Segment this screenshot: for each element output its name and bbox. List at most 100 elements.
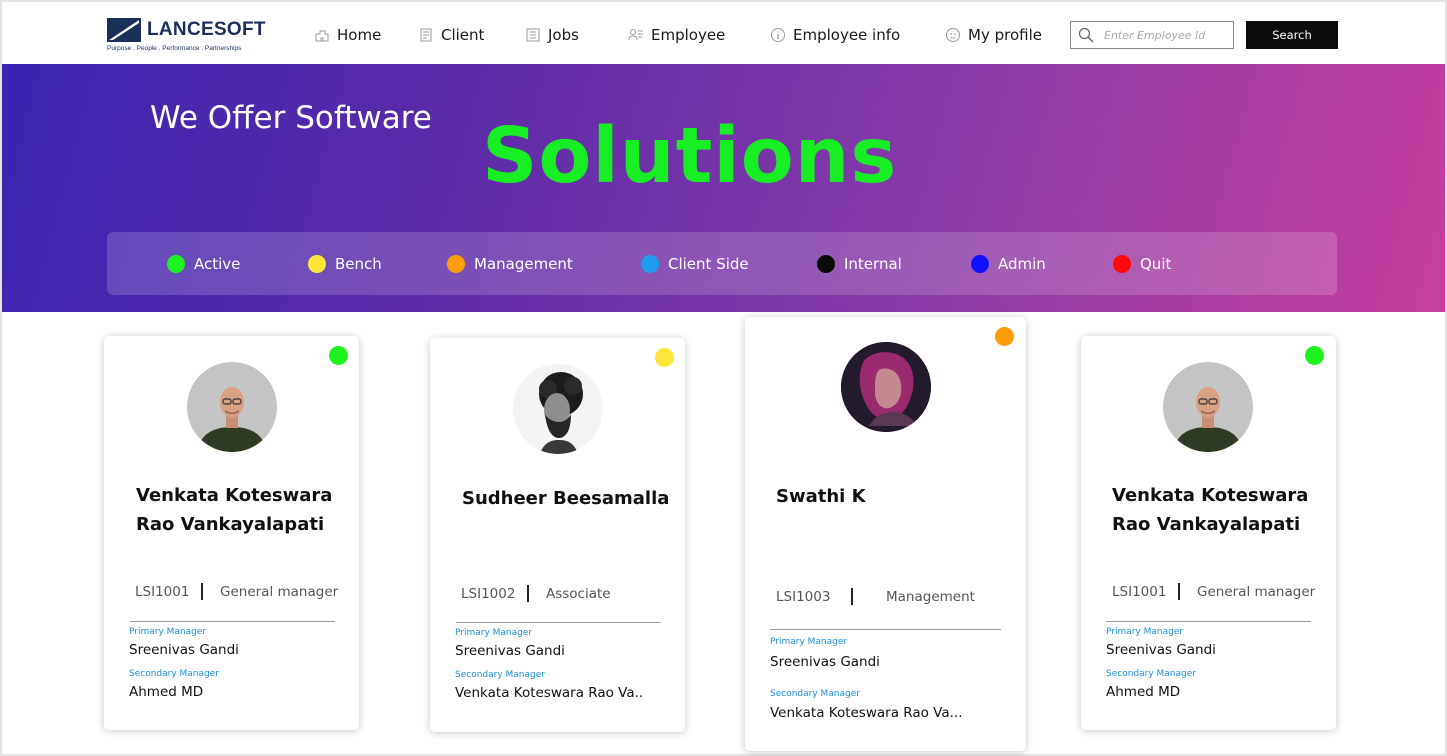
employee-card[interactable]: Venkata Koteswara Rao Vankayalapati LSI1…: [1081, 336, 1336, 730]
home-icon: [315, 30, 329, 42]
nav-my-profile-label: My profile: [968, 26, 1042, 44]
primary-manager-label: Primary Manager: [770, 637, 848, 647]
avatar: [513, 364, 603, 454]
legend-item-active: Active: [167, 254, 240, 274]
employee-icon: [628, 29, 643, 41]
employee-role: Management: [886, 589, 975, 605]
secondary-manager-name: Venkata Koteswara Rao Va..: [455, 685, 644, 701]
primary-manager-label: Primary Manager: [129, 627, 207, 637]
secondary-manager-label: Secondary Manager: [1106, 669, 1196, 679]
primary-manager-name: Sreenivas Gandi: [1106, 642, 1216, 658]
profile-icon: [946, 28, 960, 42]
nav-client[interactable]: Client: [418, 23, 484, 47]
primary-manager-label: Primary Manager: [455, 628, 533, 638]
nav-home-label: Home: [337, 26, 382, 44]
employee-role: General manager: [220, 584, 339, 600]
lancesoft-logo[interactable]: LANCESOFT Purpose . People . Performance…: [107, 17, 267, 57]
hero-heading: We Offer Software: [150, 100, 432, 136]
avatar-image: [513, 364, 603, 454]
legend-item-admin: Admin: [971, 254, 1046, 274]
separator: [851, 588, 853, 605]
employee-card[interactable]: Sudheer Beesamalla LSI1002 Associate Pri…: [430, 338, 685, 732]
avatar: [187, 362, 277, 452]
employee-id: LSI1002: [461, 586, 516, 602]
secondary-manager-name: Ahmed MD: [1106, 684, 1181, 700]
separator: [527, 585, 529, 602]
divider: [770, 629, 1001, 630]
logo-mark-icon: [107, 18, 141, 42]
info-icon: [771, 28, 785, 42]
legend-dot-management: [447, 255, 465, 273]
employee-name: Venkata Koteswara Rao Vankayalapati: [1112, 485, 1309, 535]
secondary-manager-name: Ahmed MD: [129, 684, 204, 700]
status-dot-management: [995, 327, 1014, 346]
employee-role: Associate: [546, 586, 611, 602]
page: LANCESOFT Purpose . People . Performance…: [0, 0, 1447, 756]
divider: [130, 621, 335, 622]
legend-item-bench: Bench: [308, 254, 382, 274]
employee-name: Venkata Koteswara Rao Vankayalapati: [136, 485, 333, 535]
status-dot-active: [329, 346, 348, 365]
primary-manager-label: Primary Manager: [1106, 627, 1184, 637]
employee-search-box[interactable]: [1070, 21, 1234, 49]
employee-card[interactable]: Venkata Koteswara Rao Vankayalapati LSI1…: [104, 336, 359, 730]
jobs-icon: [526, 28, 540, 42]
legend-label: Client Side: [668, 255, 749, 273]
legend-label: Active: [194, 255, 241, 273]
employee-id-input[interactable]: [1104, 28, 1224, 42]
status-dot-bench: [655, 348, 674, 367]
logo-name: LANCESOFT: [147, 19, 266, 40]
hero-highlight: Solutions: [482, 112, 898, 201]
separator: [201, 583, 203, 600]
primary-manager-name: Sreenivas Gandi: [129, 642, 239, 658]
legend-label: Management: [474, 255, 573, 273]
avatar-image: [841, 342, 931, 432]
nav-employee-info-label: Employee info: [793, 26, 901, 44]
status-dot-active: [1305, 346, 1324, 365]
employee-name: Swathi K: [776, 486, 866, 507]
avatar: [841, 342, 931, 432]
legend-item-quit: Quit: [1113, 254, 1171, 274]
legend-dot-admin: [971, 255, 989, 273]
legend-dot-quit: [1113, 255, 1131, 273]
employee-id: LSI1003: [776, 589, 831, 605]
legend-label: Admin: [998, 255, 1046, 273]
nav-my-profile[interactable]: My profile: [945, 23, 1042, 47]
separator: [1178, 583, 1180, 600]
status-legend: Active Bench Management Client Side Inte…: [107, 232, 1337, 295]
search-button[interactable]: Search: [1246, 21, 1338, 49]
legend-dot-client-side: [641, 255, 659, 273]
nav-employee-label: Employee: [651, 26, 726, 44]
primary-manager-name: Sreenivas Gandi: [455, 643, 565, 659]
legend-label: Bench: [335, 255, 382, 273]
legend-dot-internal: [817, 255, 835, 273]
primary-manager-name: Sreenivas Gandi: [770, 654, 880, 670]
legend-item-client-side: Client Side: [641, 254, 749, 274]
nav-jobs[interactable]: Jobs: [525, 23, 579, 47]
legend-dot-bench: [308, 255, 326, 273]
secondary-manager-name: Venkata Koteswara Rao Va...: [770, 705, 963, 721]
nav-home[interactable]: Home: [314, 23, 381, 47]
top-navbar: LANCESOFT Purpose . People . Performance…: [2, 2, 1445, 64]
legend-label: Quit: [1140, 255, 1172, 273]
divider: [456, 622, 661, 623]
legend-dot-active: [167, 255, 185, 273]
nav-employee-info[interactable]: Employee info: [770, 23, 900, 47]
divider: [1106, 621, 1311, 622]
employee-role: General manager: [1197, 584, 1316, 600]
nav-employee[interactable]: Employee: [628, 23, 725, 47]
secondary-manager-label: Secondary Manager: [770, 689, 860, 699]
nav-jobs-label: Jobs: [548, 26, 579, 44]
secondary-manager-label: Secondary Manager: [129, 669, 219, 679]
employee-id: LSI1001: [1112, 584, 1167, 600]
legend-item-management: Management: [447, 254, 573, 274]
search-icon: [1078, 27, 1094, 43]
client-icon: [420, 28, 432, 42]
employee-card[interactable]: Swathi K LSI1003 Management Primary Mana…: [745, 317, 1026, 751]
nav-client-label: Client: [441, 26, 485, 44]
hero-banner: We Offer Software Solutions Active Bench…: [2, 64, 1445, 312]
avatar-image: [1163, 362, 1253, 452]
logo-tagline: Purpose . People . Performance . Partner…: [107, 45, 242, 52]
avatar: [1163, 362, 1253, 452]
employee-id: LSI1001: [135, 584, 190, 600]
